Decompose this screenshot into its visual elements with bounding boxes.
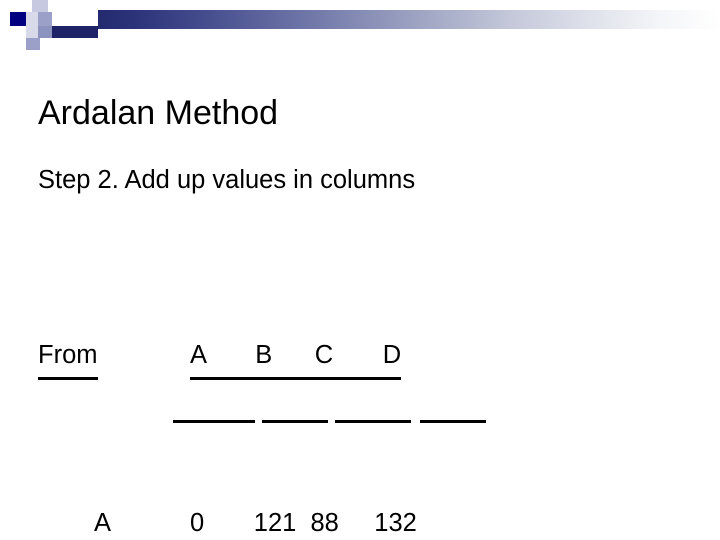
- sum-rule-d: [420, 420, 486, 423]
- table-row: A 0 121 88 132: [38, 502, 417, 540]
- sum-rule-a: [173, 420, 255, 423]
- sum-rule-c: [335, 420, 411, 423]
- table-row-header-label: From: [38, 334, 98, 380]
- table-header-row: From A B C D: [38, 334, 402, 380]
- table-column-headers: A B C D: [190, 334, 402, 380]
- cost-matrix-table: From A B C D A 0 121 88 132 B 123.2 0 11…: [38, 208, 417, 540]
- column-sum-rules: [38, 414, 598, 426]
- slide-content: Ardalan Method Step 2. Add up values in …: [0, 0, 720, 540]
- page-title: Ardalan Method: [38, 94, 279, 132]
- step-instruction-text: Step 2. Add up values in columns: [38, 166, 416, 194]
- row-label-a: A: [94, 509, 112, 537]
- row-values-a: 0 121 88 132: [190, 509, 417, 537]
- sum-rule-b: [262, 420, 328, 423]
